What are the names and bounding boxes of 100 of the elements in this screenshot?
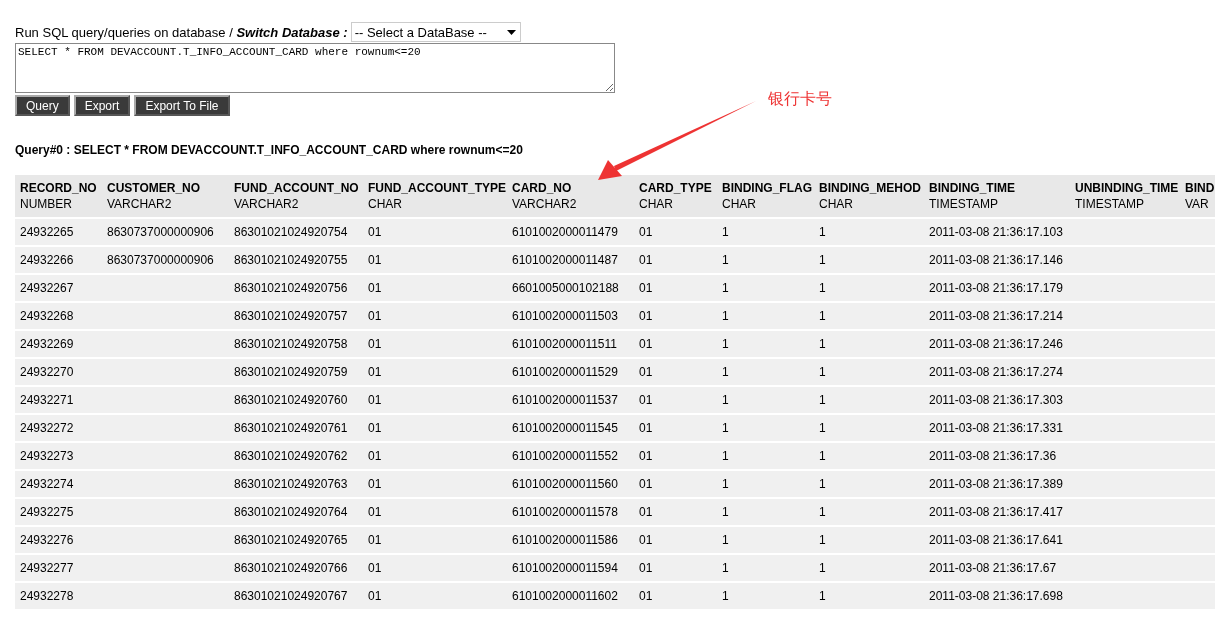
column-type: CHAR <box>819 196 854 212</box>
table-cell: 2011-03-08 21:36:17.389 <box>929 477 1063 491</box>
table-cell: 6101002000011479 <box>512 225 618 239</box>
table-cell: 1 <box>819 281 826 295</box>
column-name: FUND_ACCOUNT_TYPE <box>368 180 507 196</box>
table-cell: 1 <box>819 309 826 323</box>
table-cell: 1 <box>819 337 826 351</box>
table-cell: 1 <box>722 533 729 547</box>
table-cell: 24932272 <box>20 421 74 435</box>
table-cell: 86301021024920759 <box>234 365 348 379</box>
column-name: BIND <box>1185 180 1215 196</box>
table-cell: 6101002000011537 <box>512 393 618 407</box>
table-cell: 6101002000011602 <box>512 589 618 603</box>
table-cell: 86301021024920764 <box>234 505 348 519</box>
table-cell: 2011-03-08 21:36:17.274 <box>929 365 1063 379</box>
column-name: BINDING_FLAG <box>722 180 813 196</box>
table-cell: 86301021024920760 <box>234 393 348 407</box>
table-cell: 2011-03-08 21:36:17.179 <box>929 281 1063 295</box>
column-type: CHAR <box>722 196 757 212</box>
table-cell: 01 <box>368 421 382 435</box>
table-cell: 01 <box>368 281 382 295</box>
column-name: CARD_NO <box>512 180 573 196</box>
table-cell: 01 <box>639 365 653 379</box>
table-cell: 86301021024920758 <box>234 337 348 351</box>
column-name: BINDING_MEHOD <box>819 180 922 196</box>
table-cell: 86301021024920755 <box>234 253 348 267</box>
table-cell: 01 <box>368 589 382 603</box>
column-type: TIMESTAMP <box>1075 196 1146 212</box>
column-name: BINDING_TIME <box>929 180 1016 196</box>
table-cell: 6101002000011578 <box>512 505 618 519</box>
table-cell: 01 <box>639 505 653 519</box>
column-name: UNBINDING_TIME <box>1075 180 1180 196</box>
table-cell: 2011-03-08 21:36:17.146 <box>929 253 1063 267</box>
table-cell: 2011-03-08 21:36:17.246 <box>929 337 1063 351</box>
table-cell: 01 <box>639 533 653 547</box>
table-cell: 1 <box>722 589 729 603</box>
table-cell: 2011-03-08 21:36:17.103 <box>929 225 1063 239</box>
database-select[interactable]: -- Select a DataBase -- <box>350 22 521 42</box>
table-cell: 6101002000011594 <box>512 561 618 575</box>
table-cell: 01 <box>368 449 382 463</box>
table-cell: 2011-03-08 21:36:17.698 <box>929 589 1063 603</box>
table-cell: 01 <box>639 309 653 323</box>
table-cell: 01 <box>368 309 382 323</box>
table-cell: 86301021024920767 <box>234 589 348 603</box>
table-cell: 01 <box>368 393 382 407</box>
table-cell: 2011-03-08 21:36:17.36 <box>929 449 1057 463</box>
table-cell: 2011-03-08 21:36:17.417 <box>929 505 1063 519</box>
table-cell: 24932275 <box>20 505 74 519</box>
table-cell: 24932267 <box>20 281 74 295</box>
column-name: RECORD_NO <box>20 180 98 196</box>
column-type: NUMBER <box>20 196 73 212</box>
table-cell: 01 <box>368 365 382 379</box>
table-cell: 1 <box>819 533 826 547</box>
table-cell: 1 <box>722 253 729 267</box>
table-cell: 86301021024920763 <box>234 477 348 491</box>
table-cell: 1 <box>819 449 826 463</box>
action-button[interactable]: Export <box>73 95 131 116</box>
table-cell: 8630737000000906 <box>107 225 214 239</box>
table-cell: 24932277 <box>20 561 74 575</box>
action-button[interactable]: Export To File <box>134 95 230 116</box>
table-cell: 24932276 <box>20 533 74 547</box>
table-cell: 01 <box>639 561 653 575</box>
table-cell: 01 <box>368 533 382 547</box>
table-cell: 01 <box>639 449 653 463</box>
table-cell: 01 <box>368 337 382 351</box>
table-cell: 01 <box>368 225 382 239</box>
table-cell: 24932270 <box>20 365 74 379</box>
sql-editor[interactable]: SELECT * FROM DEVACCOUNT.T_INFO_ACCOUNT_CARD where rownum<=20 <box>15 43 615 93</box>
table-cell: 6101002000011511 <box>512 337 617 351</box>
action-button[interactable]: Query <box>15 95 70 116</box>
table-cell: 1 <box>722 561 729 575</box>
table-cell: 86301021024920756 <box>234 281 348 295</box>
table-cell: 86301021024920757 <box>234 309 348 323</box>
table-cell: 6101002000011552 <box>512 449 618 463</box>
table-cell: 24932271 <box>20 393 74 407</box>
table-cell: 1 <box>819 421 826 435</box>
column-name: FUND_ACCOUNT_NO <box>234 180 360 196</box>
table-cell: 24932265 <box>20 225 74 239</box>
table-cell: 86301021024920766 <box>234 561 348 575</box>
table-cell: 01 <box>639 589 653 603</box>
column-type: CHAR <box>368 196 403 212</box>
column-type: VARCHAR2 <box>107 196 173 212</box>
table-cell: 6601005000102188 <box>512 281 619 295</box>
table-cell: 1 <box>722 365 729 379</box>
table-cell: 01 <box>368 253 382 267</box>
table-cell: 1 <box>722 309 729 323</box>
table-cell: 24932268 <box>20 309 74 323</box>
table-cell: 1 <box>819 253 826 267</box>
annotation-label: 银行卡号 <box>768 89 832 110</box>
table-cell: 01 <box>639 477 653 491</box>
table-cell: 24932278 <box>20 589 74 603</box>
table-cell: 1 <box>819 561 826 575</box>
table-cell: 2011-03-08 21:36:17.67 <box>929 561 1057 575</box>
table-cell: 2011-03-08 21:36:17.303 <box>929 393 1063 407</box>
table-cell: 1 <box>819 393 826 407</box>
table-cell: 24932269 <box>20 337 74 351</box>
table-cell: 01 <box>639 393 653 407</box>
result-title: Query#0 : SELECT * FROM DEVACCOUNT.T_INFO_ACCOUNT_CARD where rownum<=20 <box>15 143 524 157</box>
table-cell: 1 <box>722 449 729 463</box>
column-type: CHAR <box>639 196 674 212</box>
